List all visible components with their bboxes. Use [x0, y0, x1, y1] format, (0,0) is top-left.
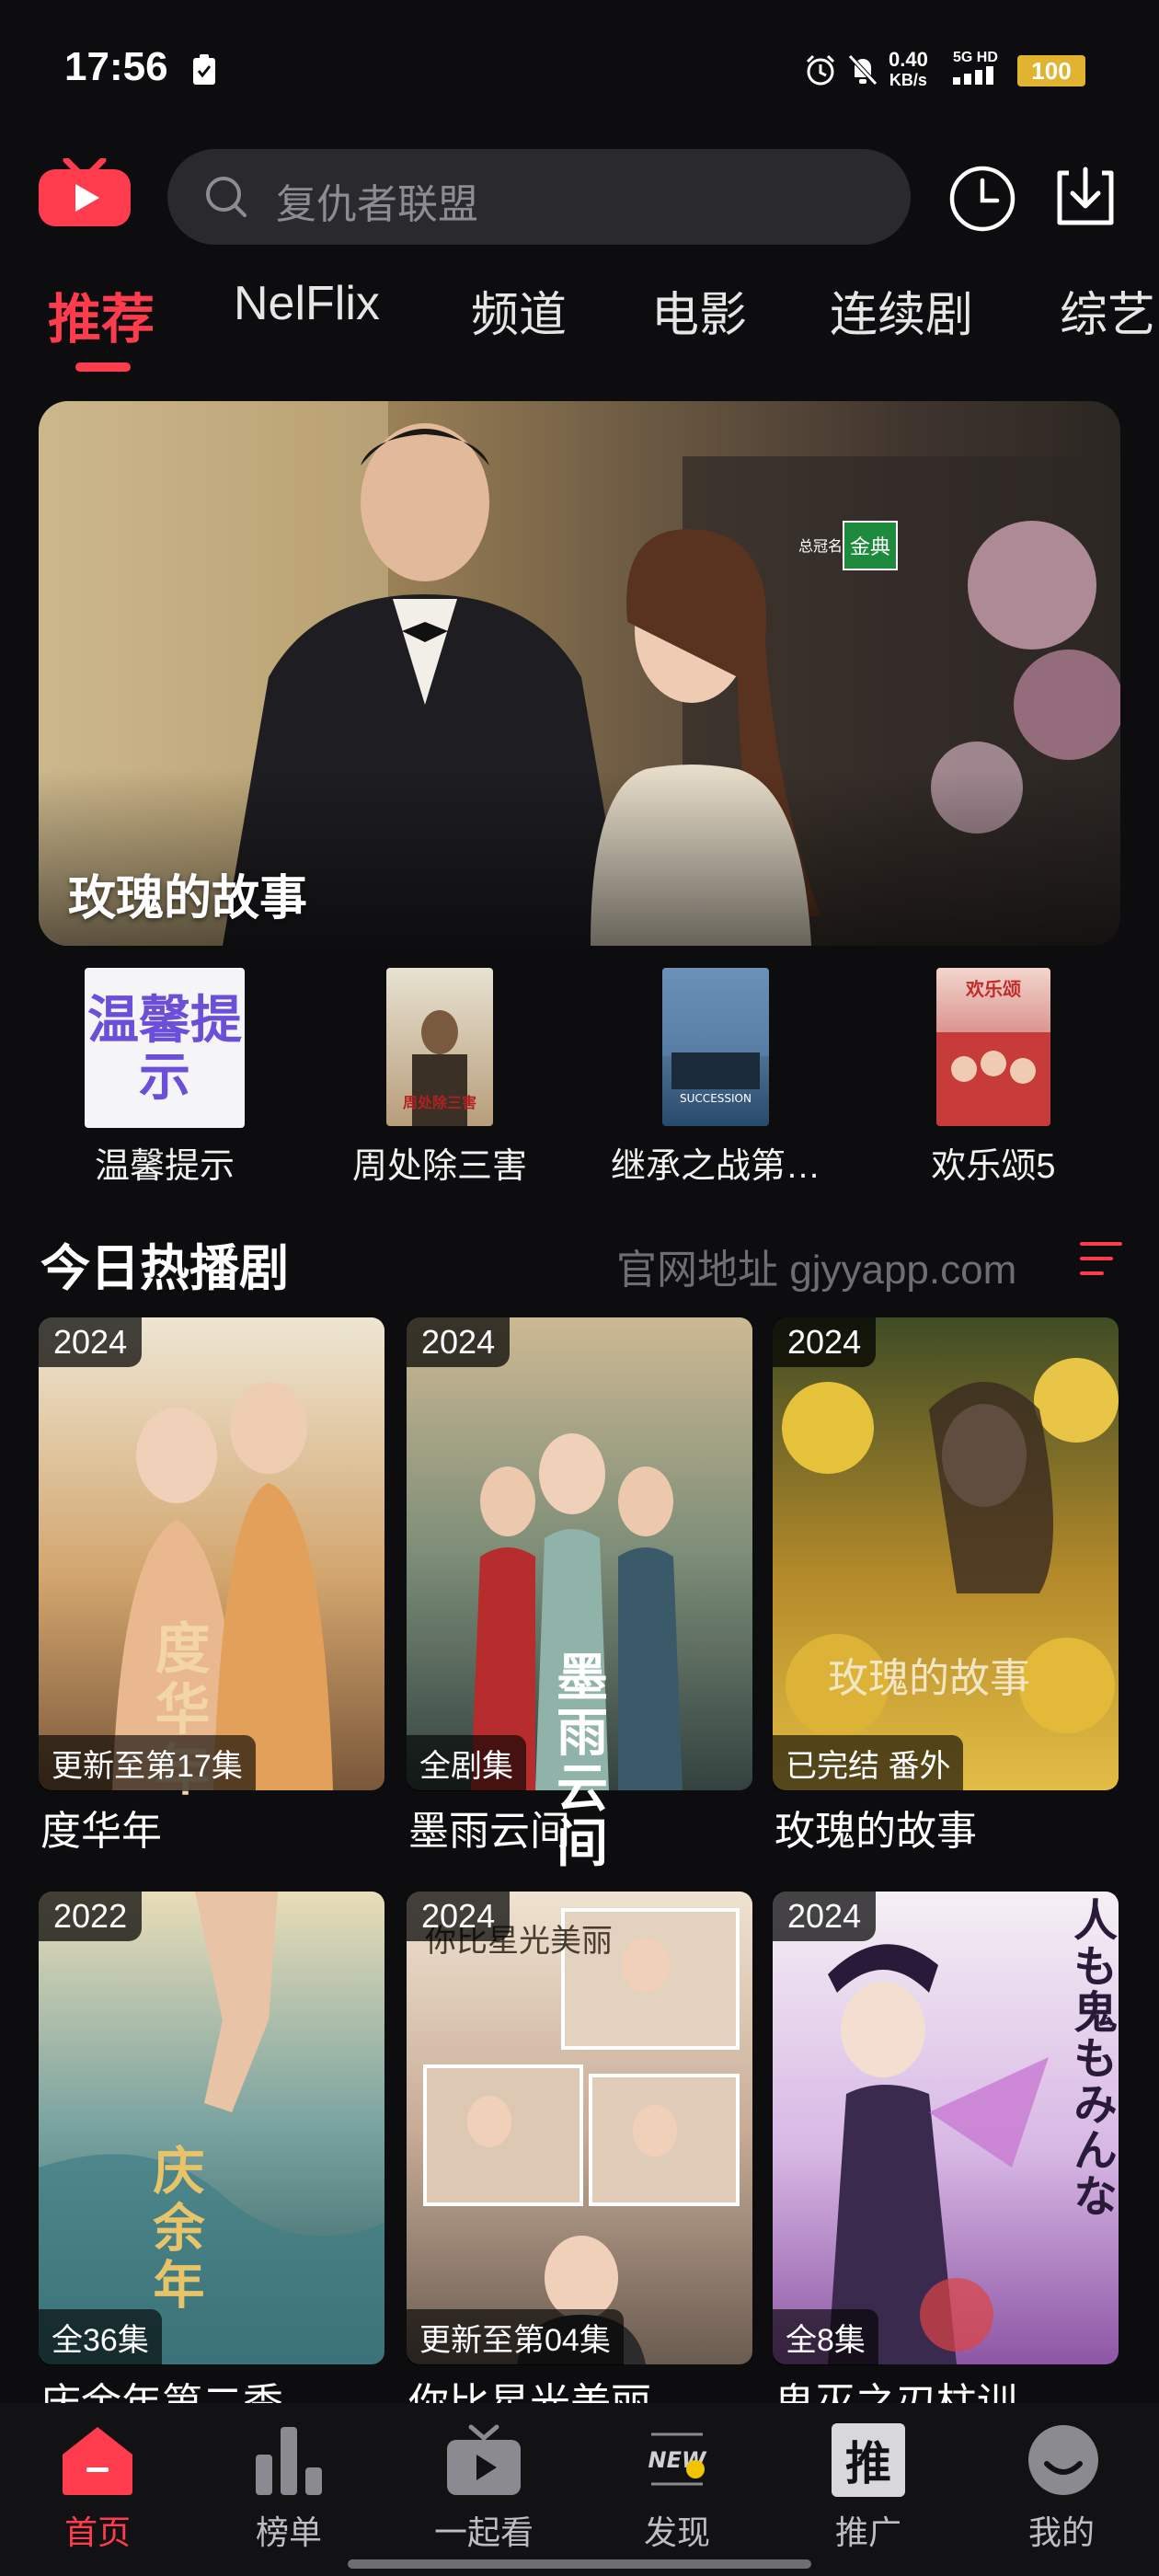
clipboard-icon: [186, 52, 223, 88]
search-icon[interactable]: [204, 175, 248, 219]
nav-watch-together-label[interactable]: 一起看: [410, 2506, 557, 2554]
quick-item-thumb[interactable]: 周处除三害: [386, 968, 493, 1126]
nav-ranking-label[interactable]: 榜单: [215, 2506, 362, 2554]
promote-icon-text: 推: [832, 2423, 905, 2497]
tab-movie[interactable]: 电影: [651, 276, 747, 345]
search-input[interactable]: 复仇者联盟: [276, 171, 478, 230]
alarm-icon: [802, 52, 839, 88]
profile-icon[interactable]: [1025, 2423, 1102, 2497]
poster-art: [782, 1358, 1119, 1737]
tab-active-indicator: [75, 362, 131, 372]
svg-text:欢乐颂: 欢乐颂: [965, 978, 1021, 1000]
quick-item-poster: 欢乐颂: [936, 978, 1050, 1126]
section-title: 今日热播剧: [40, 1241, 289, 1296]
poster-title-art: 人も鬼もみんな: [1066, 1897, 1115, 2219]
card-episode-badge: 全剧集: [407, 1735, 526, 1791]
app-logo-icon[interactable]: [39, 156, 131, 226]
card-title[interactable]: 度华年: [40, 1798, 386, 1857]
chart-icon[interactable]: [250, 2423, 327, 2497]
card-year-badge: 2024: [773, 1892, 877, 1941]
battery-indicator: 100: [1017, 55, 1085, 86]
category-tabs: [0, 272, 1159, 374]
home-icon[interactable]: [59, 2423, 136, 2497]
card-title[interactable]: 庆余年第二季: [40, 2370, 386, 2403]
tab-recommend[interactable]: 推荐: [48, 276, 155, 353]
quick-item-poster: SUCCESSION: [662, 968, 769, 1105]
history-clock-icon[interactable]: [947, 164, 1017, 234]
signal-bars-icon: [953, 66, 993, 85]
poster-title-art: 庆余年: [146, 2144, 204, 2315]
nav-promote-label[interactable]: 推广: [795, 2506, 942, 2554]
tv-play-icon[interactable]: [445, 2423, 522, 2497]
poster-title-art: 玫瑰的故事: [828, 1656, 1030, 1701]
quick-item-label[interactable]: 温馨提示: [50, 1137, 280, 1188]
svg-text:周处除三害: 周处除三害: [403, 1094, 476, 1111]
download-icon[interactable]: [1050, 162, 1120, 232]
drama-card[interactable]: [773, 1317, 1119, 1790]
quick-item-thumb-text: 温馨提示: [87, 991, 242, 1106]
section-website-link[interactable]: 官网地址 gjyyapp.com: [616, 1236, 1016, 1295]
network-speed-value: 0.40: [889, 48, 928, 71]
quick-item-label[interactable]: 继承之战第…: [601, 1137, 831, 1188]
quick-item-thumb[interactable]: 温馨提示: [85, 968, 245, 1128]
status-time: 17:56: [64, 44, 168, 89]
network-speed: 0.40 KB/s: [889, 50, 928, 90]
mute-bell-icon: [844, 52, 881, 88]
nav-profile-label[interactable]: 我的: [988, 2506, 1135, 2554]
card-year-badge: 2024: [407, 1317, 511, 1367]
quick-item-thumb[interactable]: SUCCESSION: [662, 968, 769, 1126]
quick-item-thumb-text: SUCCESSION: [680, 1092, 752, 1105]
tab-variety[interactable]: 综艺: [1060, 276, 1155, 345]
tab-nelflix[interactable]: NelFlix: [234, 276, 380, 331]
drama-card[interactable]: [407, 1892, 752, 2364]
banner-title: 玫瑰的故事: [68, 872, 308, 926]
discover-new-icon[interactable]: NEW: [638, 2423, 716, 2497]
signal-indicator: 5G HD: [953, 50, 1004, 90]
card-title[interactable]: 你比星光美丽: [408, 2370, 754, 2403]
card-episode-badge: 全36集: [39, 2309, 162, 2365]
signal-label: 5G HD: [953, 50, 998, 65]
nav-home-label[interactable]: 首页: [24, 2506, 171, 2554]
promote-icon[interactable]: 推: [832, 2423, 909, 2497]
list-menu-icon[interactable]: [1080, 1240, 1122, 1277]
card-episode-badge: 全8集: [773, 2309, 878, 2365]
bottom-navigation: [0, 2403, 1159, 2576]
home-indicator: [348, 2559, 811, 2569]
card-year-badge: 2024: [773, 1317, 877, 1367]
quick-item-label[interactable]: 周处除三害: [325, 1137, 555, 1188]
quick-item-poster: 周处除三害: [403, 1010, 476, 1126]
card-year-badge: 2024: [39, 1317, 143, 1367]
nav-discover-label[interactable]: 发现: [603, 2506, 751, 2554]
card-title[interactable]: 玫瑰的故事: [775, 1798, 1120, 1857]
banner-sponsor-badge: 金典: [843, 521, 898, 570]
card-title[interactable]: 鬼灭之刃柱训…: [775, 2370, 1120, 2403]
poster-art: [423, 1908, 740, 2364]
card-episode-badge: 已完结 番外: [773, 1735, 964, 1791]
banner-sponsor-label: 总冠名: [798, 539, 843, 555]
card-title[interactable]: 墨雨云间: [408, 1798, 754, 1857]
card-episode-badge: 更新至第04集: [407, 2309, 624, 2365]
card-episode-badge: 更新至第17集: [39, 1735, 256, 1791]
tab-series[interactable]: 连续剧: [830, 276, 973, 345]
quick-item-thumb[interactable]: 欢乐颂: [936, 968, 1050, 1126]
tab-channel[interactable]: 频道: [471, 276, 567, 345]
card-year-badge: 2022: [39, 1892, 143, 1941]
quick-item-label[interactable]: 欢乐颂5: [878, 1137, 1108, 1188]
card-year-badge: 2024: [407, 1892, 511, 1941]
network-speed-unit: KB/s: [889, 71, 927, 89]
